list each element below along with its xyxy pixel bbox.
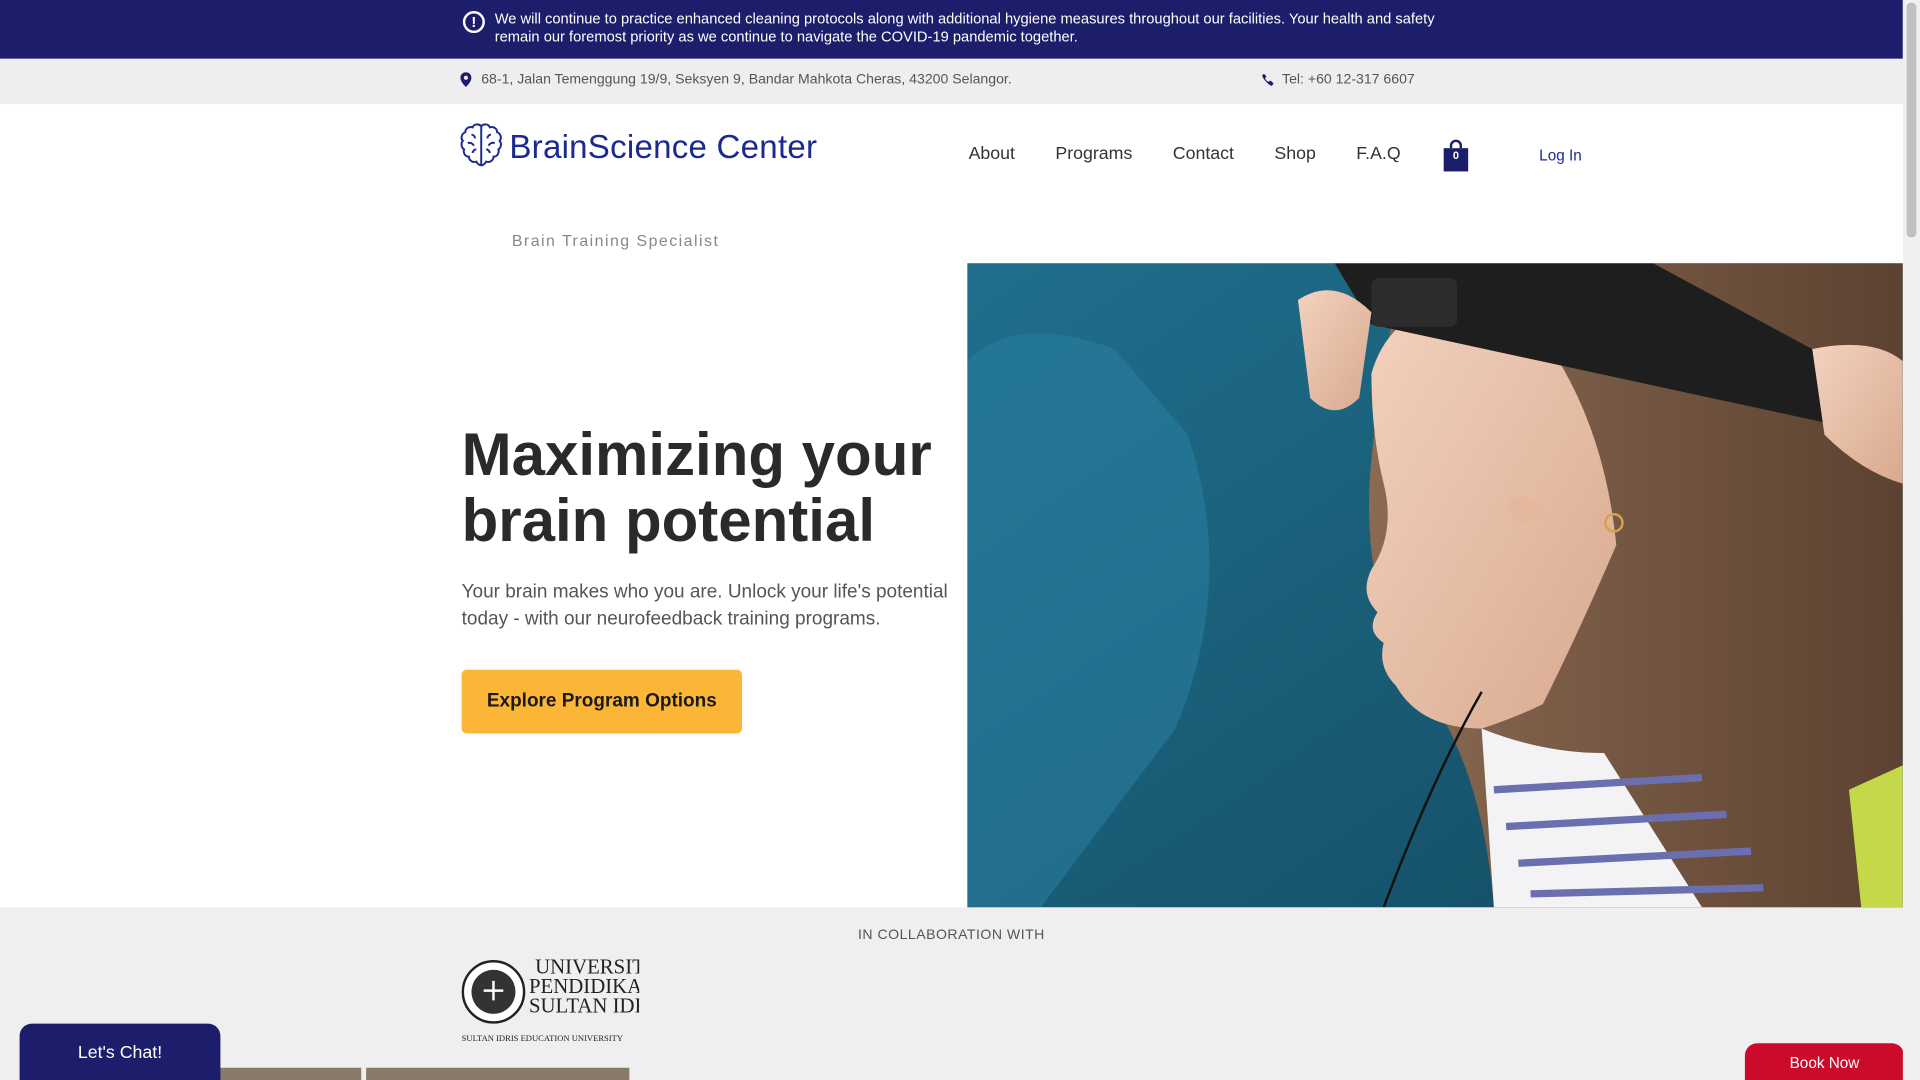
hero-subtext: Your brain makes who you are. Unlock you… [461, 581, 948, 630]
scrollbar[interactable] [1902, 0, 1920, 1080]
logo-text: BrainScience Center [509, 128, 818, 166]
main-nav: About Programs Contact Shop F.A.Q [969, 144, 1442, 164]
nav-faq[interactable]: F.A.Q [1356, 144, 1400, 164]
contact-bar: 68-1, Jalan Temenggung 19/9, Seksyen 9, … [0, 58, 1903, 105]
collaboration-label: IN COLLABORATION WITH [858, 928, 1045, 943]
map-pin-icon [460, 72, 472, 87]
collaboration-section: IN COLLABORATION WITH UNIVERSITI PENDIDI… [0, 907, 1903, 1080]
phone-text: Tel: +60 12-317 6607 [1282, 72, 1415, 87]
nav-programs[interactable]: Programs [1055, 144, 1132, 164]
site-logo[interactable]: BrainScience Center [460, 122, 817, 172]
upsi-logo: UNIVERSITI PENDIDIKAN SULTAN IDRIS SULTA… [461, 954, 667, 1046]
site-header: BrainScience Center About Programs Conta… [0, 104, 1903, 202]
nav-shop[interactable]: Shop [1274, 144, 1315, 164]
brain-logo-icon [460, 122, 502, 172]
scrollbar-thumb[interactable] [1906, 2, 1917, 238]
hero-image [967, 263, 1903, 908]
notice-text: We will continue to practice enhanced cl… [494, 9, 1435, 46]
explore-programs-button[interactable]: Explore Program Options [461, 669, 743, 734]
covid-notice-banner: ! We will continue to practice enhanced … [0, 0, 1903, 59]
page: ! We will continue to practice enhanced … [0, 0, 1920, 1080]
thumbnail-image [366, 1067, 630, 1080]
nav-contact[interactable]: Contact [1173, 144, 1234, 164]
upsi-subtitle: SULTAN IDRIS EDUCATION UNIVERSITY [462, 1033, 623, 1043]
hero-headline: Maximizing your brain potential [461, 422, 932, 555]
book-now-button[interactable]: Book Now [1744, 1043, 1905, 1080]
address-text: 68-1, Jalan Temenggung 19/9, Seksyen 9, … [481, 72, 1012, 87]
upsi-line-3: SULTAN IDRIS [529, 994, 639, 1018]
tagline: Brain Training Specialist [511, 231, 720, 250]
nav-about[interactable]: About [969, 144, 1015, 164]
thumbnail-image [217, 1067, 362, 1080]
login-link[interactable]: Log In [1539, 147, 1582, 164]
chat-widget-button[interactable]: Let's Chat! [19, 1023, 221, 1080]
cart-button[interactable]: 0 [1442, 138, 1469, 172]
phone-icon [1261, 73, 1274, 86]
cart-count: 0 [1452, 149, 1459, 162]
alert-circle-icon: ! [462, 11, 485, 34]
address: 68-1, Jalan Temenggung 19/9, Seksyen 9, … [460, 72, 1012, 87]
phone[interactable]: Tel: +60 12-317 6607 [1261, 72, 1415, 87]
